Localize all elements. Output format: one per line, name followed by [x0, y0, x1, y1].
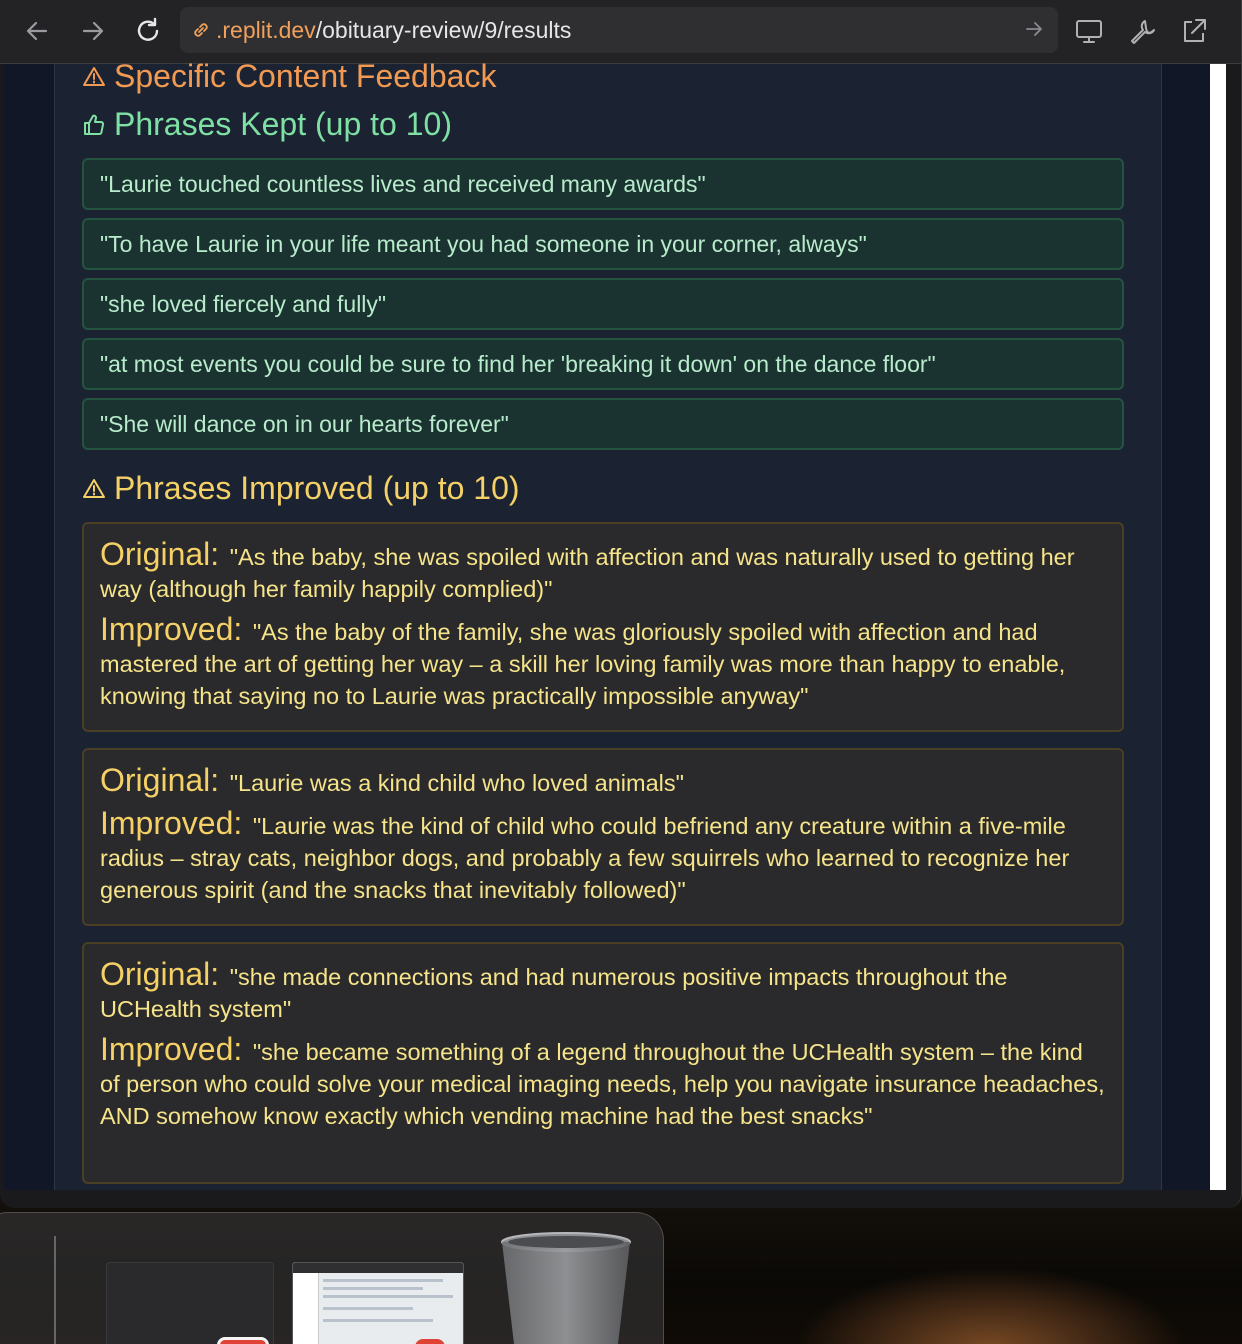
- thumbs-up-icon: [84, 114, 104, 135]
- monitor-icon: [1076, 20, 1102, 43]
- original-label: Original:: [100, 956, 220, 992]
- app-icon: [217, 1337, 269, 1344]
- phrases-improved-heading: Phrases Improved (up to 10): [82, 470, 520, 507]
- reload-button[interactable]: [131, 14, 165, 48]
- app-icon: [415, 1339, 445, 1344]
- trash-icon: [501, 1232, 631, 1344]
- improved-phrase-card: Original: "she made connections and had …: [82, 942, 1124, 1184]
- content-row: [323, 1307, 413, 1310]
- external-link-icon: [1184, 19, 1206, 42]
- url-host: .replit.dev: [216, 16, 316, 43]
- back-button[interactable]: [20, 14, 54, 48]
- improved-text: "she became something of a legend throug…: [100, 1039, 1105, 1129]
- dock-minimized-window[interactable]: [292, 1262, 464, 1344]
- address-bar[interactable]: .replit.dev/obituary-review/9/results: [180, 7, 1058, 53]
- browser-window: .replit.dev/obituary-review/9/results Sp…: [0, 0, 1242, 1208]
- improved-text: "Laurie was the kind of child who could …: [100, 813, 1070, 903]
- original-label: Original:: [100, 536, 220, 572]
- devices-button[interactable]: [1072, 14, 1106, 48]
- warning-triangle-icon: [83, 478, 105, 498]
- dock-minimized-window[interactable]: [106, 1262, 274, 1344]
- original-text: "As the baby, she was spoiled with affec…: [100, 544, 1075, 602]
- wrench-icon: [1131, 20, 1155, 44]
- dock-divider: [54, 1236, 56, 1344]
- kept-phrase: "She will dance on in our hearts forever…: [82, 398, 1124, 450]
- arrow-right-icon: [1026, 22, 1042, 36]
- improved-label: Improved:: [100, 1031, 243, 1067]
- window-titlebar: [293, 1263, 463, 1273]
- improved-phrase: Improved: "As the baby of the family, sh…: [100, 613, 1106, 712]
- original-label: Original:: [100, 762, 220, 798]
- improved-text: "As the baby of the family, she was glor…: [100, 619, 1066, 709]
- original-text: "Laurie was a kind child who loved anima…: [229, 770, 684, 796]
- window-sidebar: [293, 1273, 319, 1344]
- content-row: [323, 1295, 453, 1298]
- scrollbar[interactable]: [1210, 64, 1226, 1190]
- phrases-kept-heading: Phrases Kept (up to 10): [82, 106, 452, 143]
- phrases-improved-title: Phrases Improved (up to 10): [114, 470, 520, 506]
- original-phrase: Original: "she made connections and had …: [100, 958, 1106, 1025]
- link-icon: [190, 19, 212, 41]
- arrow-left-icon: [26, 21, 48, 41]
- reload-icon: [137, 17, 159, 41]
- kept-phrase: "To have Laurie in your life meant you h…: [82, 218, 1124, 270]
- kept-phrase: "at most events you could be sure to fin…: [82, 338, 1124, 390]
- content-row: [323, 1279, 443, 1282]
- forward-button[interactable]: [76, 14, 110, 48]
- kept-phrase: "she loved fiercely and fully": [82, 278, 1124, 330]
- window-edge: [1226, 64, 1241, 1190]
- specific-feedback-heading: Specific Content Feedback: [82, 58, 496, 95]
- improved-phrase: Improved: "she became something of a leg…: [100, 1033, 1106, 1132]
- improved-label: Improved:: [100, 805, 243, 841]
- kept-phrase: "Laurie touched countless lives and rece…: [82, 158, 1124, 210]
- original-phrase: Original: "Laurie was a kind child who l…: [100, 764, 1106, 799]
- arrow-right-icon: [82, 21, 104, 41]
- improved-phrase-card: Original: "As the baby, she was spoiled …: [82, 522, 1124, 732]
- trash-button[interactable]: [498, 1230, 634, 1344]
- browser-toolbar: .replit.dev/obituary-review/9/results: [0, 0, 1241, 64]
- improved-label: Improved:: [100, 611, 243, 647]
- phrases-kept-title: Phrases Kept (up to 10): [114, 106, 452, 142]
- content-row: [323, 1319, 433, 1322]
- tools-button[interactable]: [1125, 14, 1159, 48]
- go-button[interactable]: [1024, 19, 1044, 44]
- open-external-button[interactable]: [1177, 14, 1211, 48]
- improved-phrase: Improved: "Laurie was the kind of child …: [100, 807, 1106, 906]
- improved-phrase-card: Original: "Laurie was a kind child who l…: [82, 748, 1124, 926]
- original-phrase: Original: "As the baby, she was spoiled …: [100, 538, 1106, 605]
- specific-feedback-title: Specific Content Feedback: [114, 58, 497, 94]
- original-text: "she made connections and had numerous p…: [100, 964, 1008, 1022]
- address-bar-url: .replit.dev/obituary-review/9/results: [216, 17, 571, 44]
- warning-triangle-icon: [83, 66, 105, 86]
- url-path: /obituary-review/9/results: [315, 16, 572, 43]
- content-row: [323, 1287, 423, 1290]
